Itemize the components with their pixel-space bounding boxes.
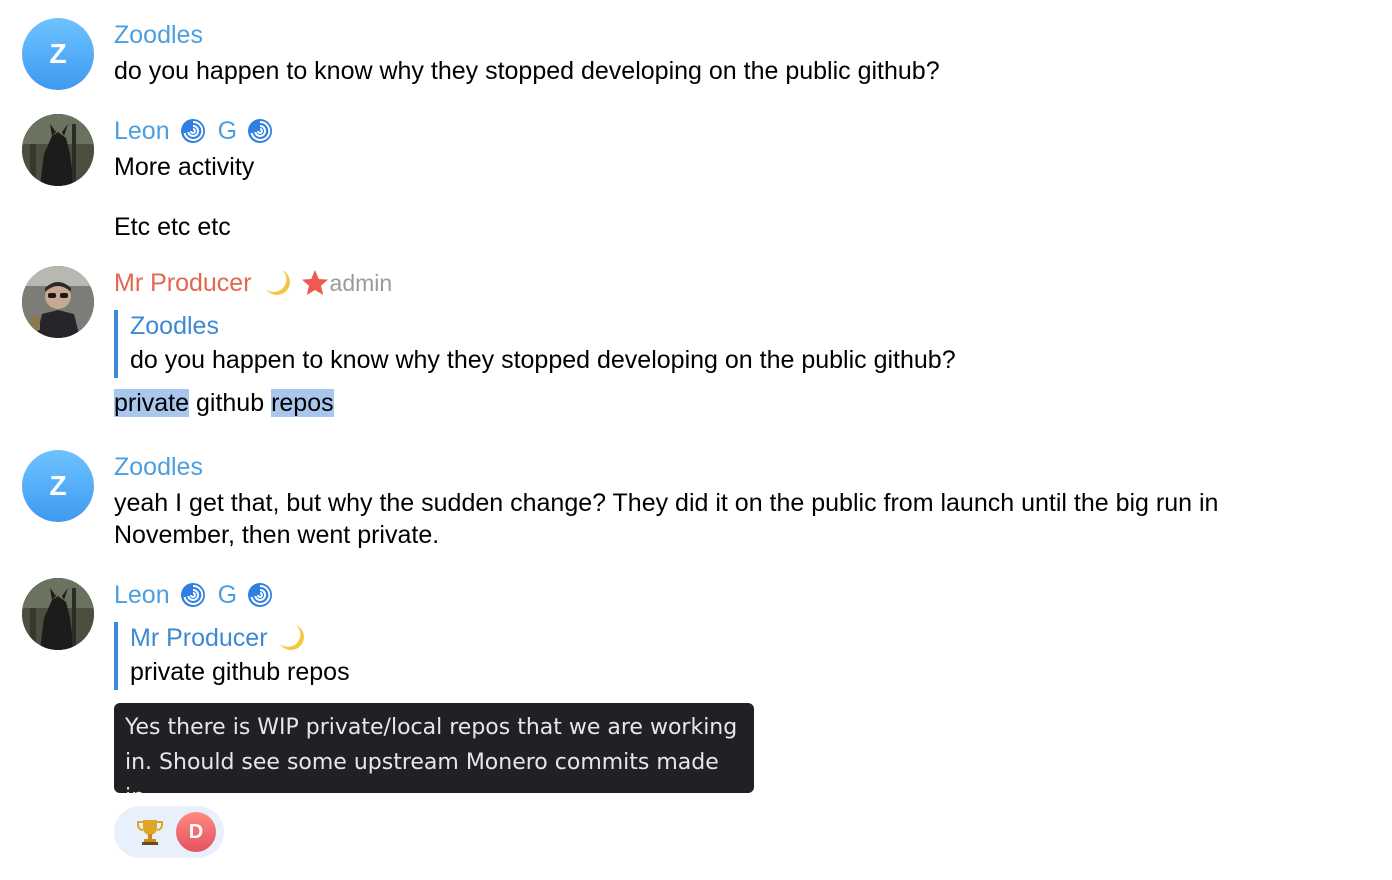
avatar-zoodles[interactable]: Z	[22, 18, 94, 90]
cyclone-icon	[180, 582, 206, 608]
admin-badge: admin	[329, 270, 393, 296]
highlighted-word: repos	[271, 389, 334, 417]
reaction-user-initial: D	[188, 820, 204, 843]
avatar-initial: Z	[49, 470, 67, 501]
reply-quote[interactable]: Zoodles do you happen to know why they s…	[114, 310, 1352, 378]
avatar-photo-icon	[22, 114, 94, 186]
avatar-photo-icon	[22, 266, 94, 338]
avatar-zoodles[interactable]: Z	[22, 450, 94, 522]
sender-row: Mr Producer admin	[114, 267, 1352, 299]
message-word: github	[196, 389, 265, 417]
avatar-mr-producer[interactable]	[22, 266, 94, 338]
cyclone-icon	[180, 118, 206, 144]
sender-name-suffix: G	[217, 581, 238, 609]
cyclone-icon	[247, 118, 273, 144]
message-text: do you happen to know why they stopped d…	[114, 57, 940, 85]
message: Leon G Mr Producer private github repos	[114, 579, 1352, 690]
reply-quote[interactable]: Mr Producer private github repos	[114, 622, 1352, 690]
avatar-leon[interactable]	[22, 114, 94, 186]
crescent-moon-icon	[276, 622, 308, 654]
message-text: More activity	[114, 153, 255, 181]
message-text: November, then went private.	[114, 521, 440, 549]
reply-sender-name: Zoodles	[130, 312, 219, 340]
message: Zoodles yeah I get that, but why the sud…	[114, 451, 1352, 551]
sender-row: Leon G	[114, 115, 1352, 147]
reply-sender-row: Mr Producer	[130, 622, 1352, 654]
tooltip-line: Yes there is WIP private/local repos tha…	[125, 715, 738, 740]
sender-name[interactable]: Mr Producer	[114, 267, 252, 299]
message: Zoodles do you happen to know why they s…	[114, 19, 1352, 87]
reaction-user-avatar[interactable]: D	[176, 812, 216, 852]
message: Leon G More activity Etc etc etc	[114, 115, 1352, 243]
sender-row: Zoodles	[114, 451, 1352, 483]
sender-name[interactable]: Zoodles	[114, 451, 203, 483]
crescent-moon-icon	[262, 267, 294, 299]
reply-text: private github repos	[130, 658, 350, 686]
trophy-icon	[134, 816, 166, 848]
message-tooltip: Yes there is WIP private/local repos tha…	[114, 703, 754, 793]
star-icon	[300, 268, 330, 298]
reaction-chip[interactable]: D	[114, 806, 224, 858]
chat-history: Z Zoodles do you happen to know why they…	[0, 0, 1392, 880]
sender-row: Leon G	[114, 579, 1352, 611]
message-text: private github repos	[114, 387, 1352, 419]
highlighted-word: private	[114, 389, 190, 417]
reply-text: do you happen to know why they stopped d…	[130, 346, 956, 374]
sender-name[interactable]: Leon	[114, 579, 170, 611]
message: Mr Producer admin Zoodles do you happen …	[114, 267, 1352, 419]
sender-row: Zoodles	[114, 19, 1352, 51]
tooltip-line: in. Should see some upstream Monero comm…	[125, 750, 719, 793]
sender-name-suffix: G	[217, 117, 238, 145]
avatar-leon[interactable]	[22, 578, 94, 650]
cyclone-icon	[247, 582, 273, 608]
message-text: yeah I get that, but why the sudden chan…	[114, 489, 1219, 517]
sender-name[interactable]: Leon	[114, 115, 170, 147]
message-text: Etc etc etc	[114, 213, 231, 241]
avatar-photo-icon	[22, 578, 94, 650]
sender-name[interactable]: Zoodles	[114, 19, 203, 51]
avatar-initial: Z	[49, 38, 67, 69]
reply-sender-name: Mr Producer	[130, 624, 268, 652]
